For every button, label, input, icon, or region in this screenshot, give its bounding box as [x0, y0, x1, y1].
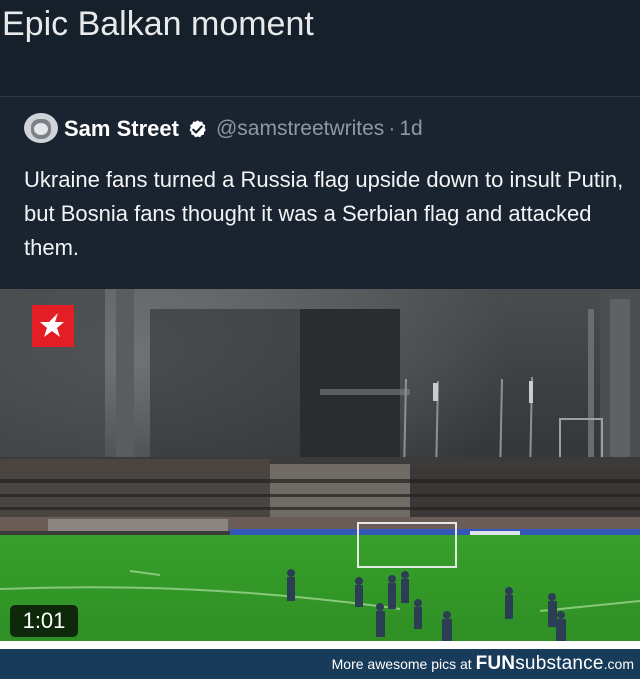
site-footer: More awesome pics at FUNsubstance.com	[0, 649, 640, 679]
tweet-body: Ukraine fans turned a Russia flag upside…	[24, 167, 624, 260]
separator-dot: ·	[388, 117, 396, 140]
meme-tweet: Epic Balkan moment Sam Street @samstreet…	[0, 0, 640, 290]
footer-text[interactable]: More awesome pics at FUNsubstance.com	[332, 649, 634, 679]
footer-domain: .com	[603, 656, 634, 672]
footer-brand-rest: substance	[515, 653, 604, 674]
author-handle[interactable]: @samstreetwrites	[216, 117, 384, 141]
tweet-age[interactable]: 1d	[399, 117, 422, 141]
author-avatar[interactable]	[24, 113, 58, 143]
footer-prefix: More awesome pics at	[331, 656, 476, 672]
author-name[interactable]: Sam Street	[64, 116, 179, 142]
footer-brand-main: FUN	[475, 653, 516, 674]
verified-badge-icon	[189, 119, 206, 137]
divider	[0, 641, 640, 649]
footer-brand: FUNsubstance	[476, 653, 604, 674]
quoted-tweet-card[interactable]: Sam Street @samstreetwrites · 1d Ukraine…	[0, 96, 640, 290]
video-player[interactable]: 1:01	[0, 289, 640, 641]
stadium-scene	[0, 289, 640, 641]
video-duration-badge: 1:01	[10, 605, 78, 637]
meme-caption: Epic Balkan moment	[2, 5, 314, 43]
author-line: Sam Street @samstreetwrites · 1d	[64, 115, 423, 143]
